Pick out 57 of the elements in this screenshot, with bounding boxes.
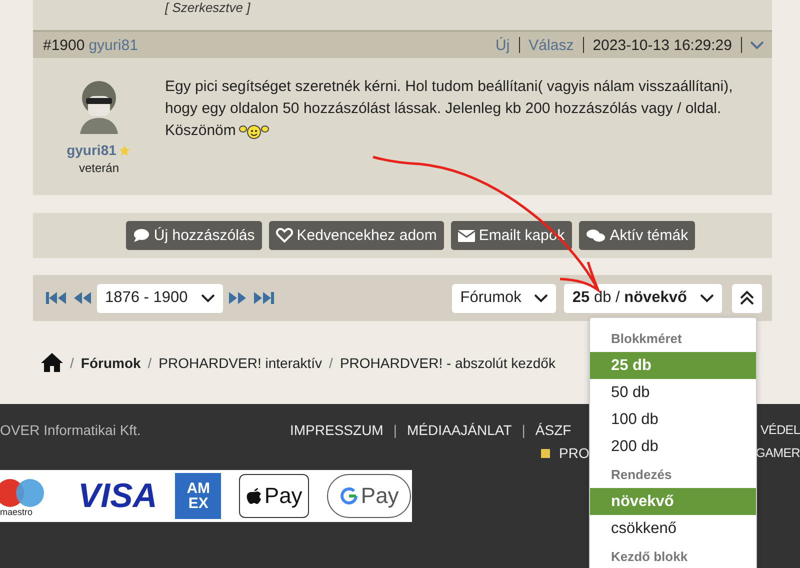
menu-option[interactable]: 100 db — [590, 406, 756, 433]
footer-link[interactable]: ÁSZF — [535, 422, 572, 438]
breadcrumb-link[interactable]: Fórumok — [80, 354, 141, 370]
link-separator: | — [522, 422, 526, 438]
user-name[interactable]: gyuri81 — [66, 142, 132, 158]
bullet-icon — [541, 448, 550, 458]
action-button[interactable]: Aktív témák — [578, 221, 696, 250]
double-chevron-up-icon — [739, 290, 755, 306]
maestro-logo: maestro — [0, 473, 46, 519]
text-line: Egy pici segítséget szeretnék kérni. Hol tudom beállítani( vagyis nálam visszaállítani), — [165, 77, 733, 97]
chevron-down-icon — [534, 293, 548, 303]
user-rank: veterán — [78, 161, 120, 175]
chevron-down-icon — [700, 293, 714, 303]
breadcrumb-link[interactable]: PROHARDVER! interaktív — [158, 354, 322, 370]
apple-pay-logo: Pay — [239, 474, 310, 518]
envelope-icon — [458, 228, 475, 243]
link-separator: | — [393, 422, 397, 438]
menu-section-header: Rendezés — [610, 466, 673, 484]
menu-option[interactable]: 50 db — [590, 379, 756, 406]
forums-select[interactable]: Fórumok — [452, 284, 556, 312]
footer-link[interactable]: MÉDIAAJÁNLAT — [406, 422, 512, 438]
text-line: Köszönöm — [165, 121, 236, 141]
page-range-select[interactable]: 1876 - 1900 — [97, 284, 223, 312]
chat-bubbles-icon — [586, 228, 606, 243]
heart-icon — [276, 228, 293, 243]
breadcrumb-separator: / — [148, 354, 152, 370]
post-timestamp: 2023-10-13 16:29:29 — [592, 36, 733, 54]
breadcrumb-separator: / — [329, 354, 333, 370]
edited-note: [ Szerkesztve ] — [165, 0, 250, 15]
speech-bubble-icon — [132, 228, 150, 243]
breadcrumb-link[interactable]: PROHARDVER! - abszolút kezdők — [340, 354, 556, 370]
action-button[interactable]: Új hozzászólás — [126, 221, 262, 250]
smiley-icon — [238, 123, 269, 139]
company-name: OVER Informatikai Kft. — [0, 422, 142, 438]
amex-logo: AM EX — [175, 473, 222, 519]
chevron-down-icon — [200, 293, 215, 303]
google-pay-logo: Pay — [327, 474, 412, 518]
menu-section-header: Kezdő blokk — [610, 548, 689, 566]
action-button[interactable]: Kedvencekhez adom — [268, 221, 444, 250]
breadcrumb-separator: / — [70, 354, 74, 370]
first-page-icon[interactable] — [45, 291, 67, 305]
home-icon[interactable] — [41, 353, 63, 372]
footer-link[interactable]: IMPRESSZUM — [290, 422, 384, 438]
block-setting-select[interactable]: 25 db / növekvő — [564, 284, 722, 312]
footer-link[interactable]: VÉDEL — [760, 423, 800, 437]
site-link[interactable]: PRO — [559, 445, 590, 461]
text-line: hogy egy oldalon 50 hozzászólást lássak. Jelenleg kb 200 hozzászólás vagy / oldal. — [165, 99, 722, 119]
menu-option[interactable]: 200 db — [590, 433, 756, 460]
menu-section-header: Blokkméret — [610, 330, 683, 348]
star-icon — [118, 144, 132, 156]
post-number: #1900 — [43, 36, 85, 54]
menu-option[interactable]: csökkenő — [590, 515, 756, 542]
chevron-down-icon[interactable] — [750, 40, 764, 50]
site-link[interactable]: GAMER — [756, 446, 800, 460]
scroll-top-button[interactable] — [732, 284, 762, 312]
visa-logo: VISA — [78, 476, 158, 516]
last-page-icon[interactable] — [252, 291, 275, 305]
